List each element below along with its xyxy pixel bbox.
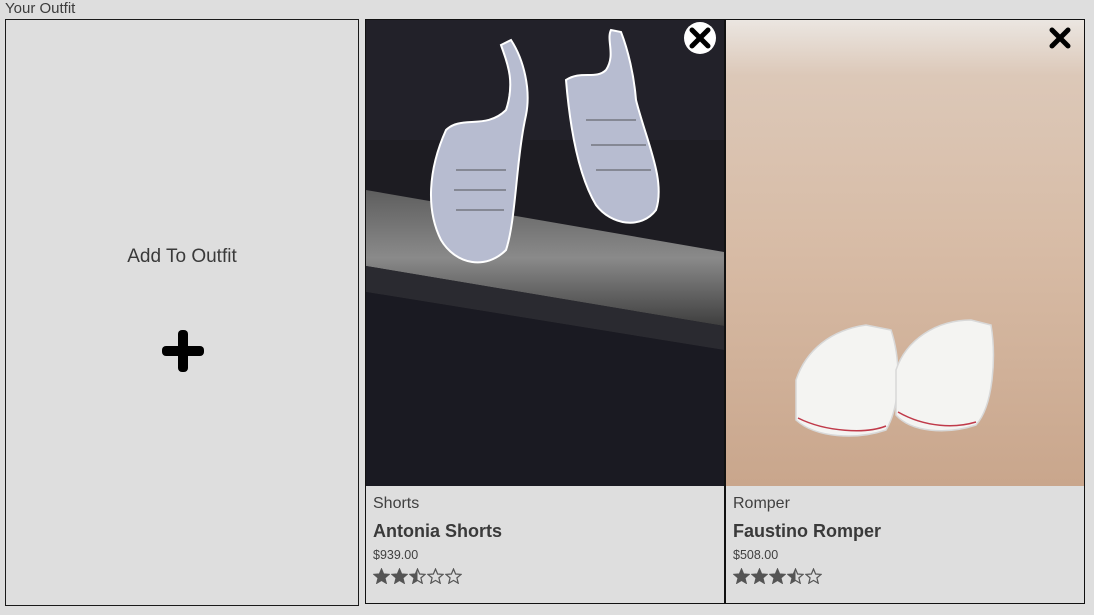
star-filled-icon bbox=[751, 568, 768, 584]
add-to-outfit-card[interactable]: Add To Outfit bbox=[5, 19, 359, 606]
star-empty-icon bbox=[805, 568, 822, 584]
star-filled-icon bbox=[769, 568, 786, 584]
product-price: $939.00 bbox=[373, 548, 419, 562]
close-icon bbox=[1049, 27, 1071, 49]
plus-icon[interactable] bbox=[160, 328, 206, 374]
star-rating bbox=[373, 568, 717, 584]
product-image[interactable] bbox=[726, 20, 1084, 486]
star-empty-icon bbox=[427, 568, 444, 584]
product-image[interactable] bbox=[366, 20, 724, 486]
product-name: Antonia Shorts bbox=[373, 521, 502, 541]
product-name: Faustino Romper bbox=[733, 521, 882, 541]
star-half-icon bbox=[409, 568, 426, 584]
add-to-outfit-label: Add To Outfit bbox=[127, 246, 237, 267]
close-icon bbox=[689, 27, 711, 49]
star-rating bbox=[733, 568, 1077, 584]
star-empty-icon bbox=[445, 568, 462, 584]
star-filled-icon bbox=[733, 568, 750, 584]
product-category: Shorts bbox=[373, 495, 420, 512]
star-filled-icon bbox=[373, 568, 390, 584]
product-category: Romper bbox=[733, 495, 790, 512]
outfit-card[interactable]: Romper Faustino Romper $508.00 bbox=[725, 19, 1085, 604]
remove-from-outfit-button[interactable] bbox=[684, 22, 716, 54]
star-half-icon bbox=[787, 568, 804, 584]
star-filled-icon bbox=[391, 568, 408, 584]
remove-from-outfit-button[interactable] bbox=[1044, 22, 1076, 54]
product-price: $508.00 bbox=[733, 548, 779, 562]
section-title: Your Outfit bbox=[5, 0, 76, 17]
outfit-card[interactable]: Shorts Antonia Shorts $939.00 bbox=[365, 19, 725, 604]
